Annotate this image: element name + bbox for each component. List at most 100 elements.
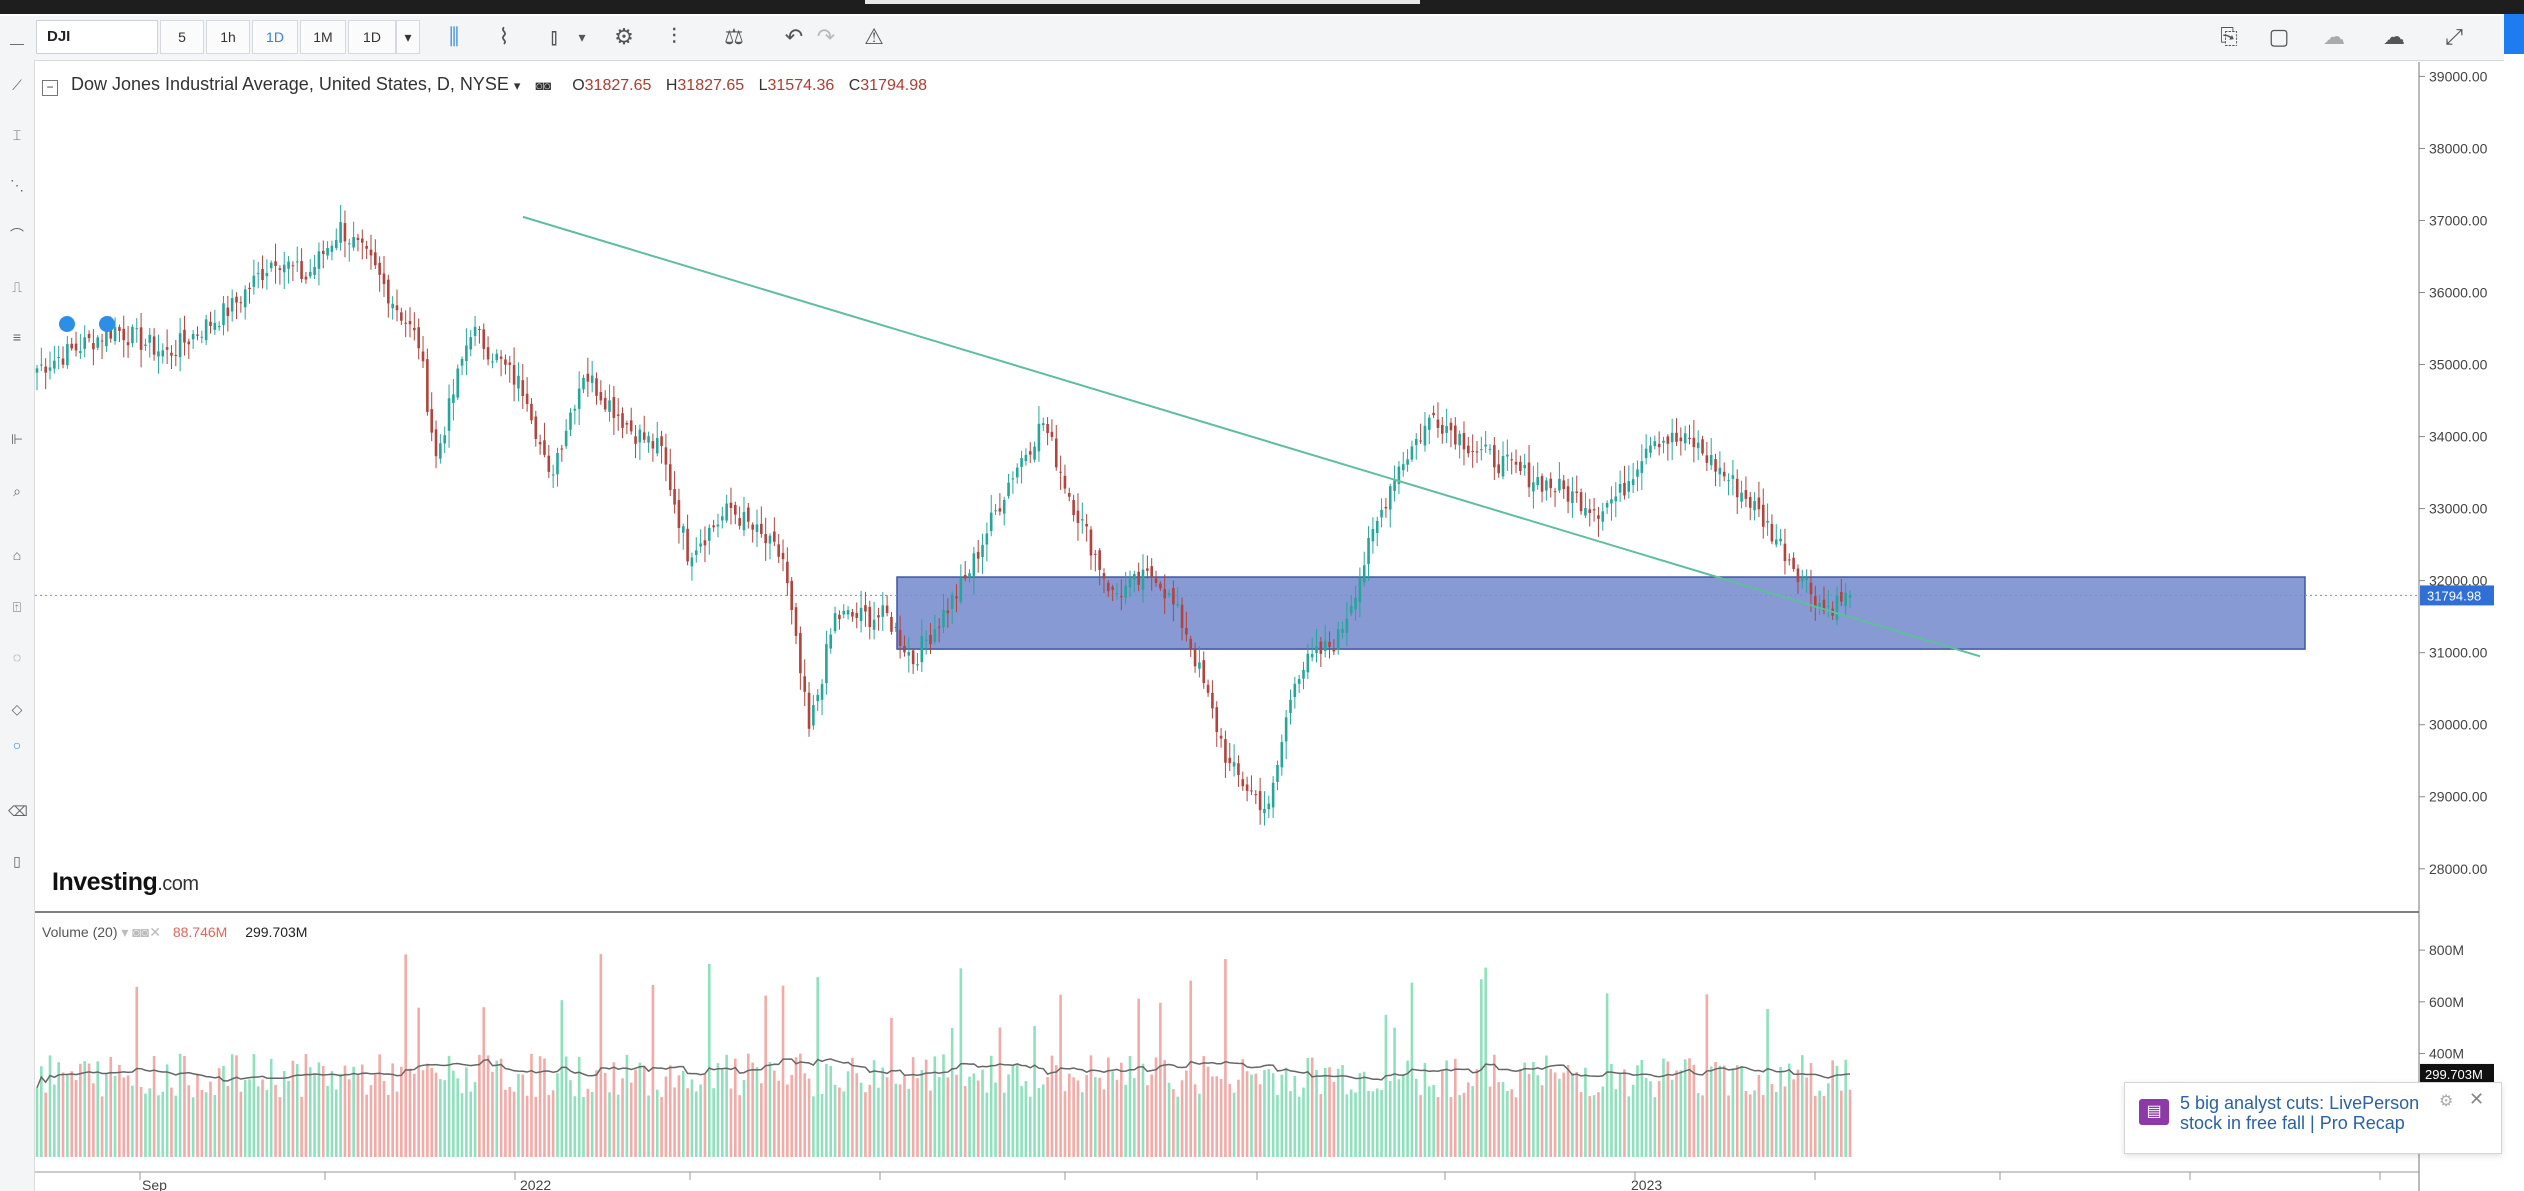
symbol-input[interactable]: DJI: [36, 20, 158, 54]
candle-body: [495, 353, 499, 361]
candle-body: [647, 436, 650, 443]
favorites-icon[interactable]: ○: [8, 736, 26, 754]
settings-eye-icon[interactable]: ◙◙: [535, 78, 551, 93]
candle-body: [1371, 529, 1375, 542]
indicators-icon[interactable]: ⫶: [654, 20, 694, 54]
magnet-icon[interactable]: ⌂: [8, 546, 26, 564]
volume-bar: [200, 1089, 204, 1157]
object-tree-icon[interactable]: ▯: [8, 852, 26, 870]
volume-bar: [612, 1062, 616, 1157]
candle-body: [890, 616, 893, 632]
brush-tool-icon[interactable]: ⎍: [8, 278, 26, 296]
close-icon[interactable]: ✕: [2469, 1089, 2484, 1110]
volume-bar: [647, 1095, 650, 1157]
crosshair-icon[interactable]: —: [8, 34, 26, 52]
volume-bar: [725, 1054, 728, 1157]
volume-bar: [573, 1096, 577, 1157]
candle-body: [1076, 510, 1080, 523]
candle-body: [1731, 475, 1735, 479]
volume-bar: [864, 1092, 867, 1157]
candle-body: [694, 550, 698, 555]
cloud-icon[interactable]: ☁: [2314, 20, 2354, 54]
cloud-upload-icon[interactable]: ☁: [2374, 20, 2414, 54]
camera-icon[interactable]: ⎘: [2209, 20, 2249, 54]
candle-body: [1566, 486, 1570, 502]
volume-bar: [230, 1054, 234, 1157]
volume-bar: [751, 1062, 754, 1157]
line-style-icon[interactable]: ⌇: [484, 20, 524, 54]
candle-body: [1744, 490, 1748, 499]
volume-bar: [70, 1071, 73, 1157]
chevron-down-icon[interactable]: ▾: [396, 20, 420, 54]
redo-icon[interactable]: ↷: [806, 20, 846, 54]
volume-bar: [1835, 1065, 1839, 1157]
volume-bar: [1692, 1064, 1696, 1157]
interval-1m-button[interactable]: 1M: [300, 20, 346, 54]
volume-bar: [1080, 1092, 1084, 1157]
lock-icon[interactable]: ⍐: [8, 598, 26, 616]
candle-body: [734, 504, 737, 515]
trash-icon[interactable]: ⌫: [8, 802, 28, 820]
volume-bar: [135, 986, 139, 1157]
news-toast[interactable]: ▤ 5 big analyst cuts: LivePerson stock i…: [2124, 1082, 2502, 1154]
news-headline[interactable]: 5 big analyst cuts: LivePerson stock in …: [2180, 1093, 2440, 1133]
chevron-down-icon[interactable]: ▾: [570, 20, 594, 54]
volume-bar: [777, 1080, 780, 1157]
volume-bar: [1393, 1027, 1396, 1157]
interval-1d-button[interactable]: 1D: [252, 20, 298, 54]
price-axis[interactable]: 39000.00 38000.00 37000.00 36000.00 35000.00…: [2420, 68, 2494, 877]
instrument-title[interactable]: Dow Jones Industrial Average, United Sta…: [71, 74, 509, 94]
candle-body: [1440, 424, 1444, 434]
layout-icon[interactable]: ▢: [2259, 20, 2299, 54]
candle-body: [1089, 529, 1093, 556]
candle-body: [1406, 459, 1409, 465]
volume-bar: [79, 1063, 82, 1157]
interval-select[interactable]: 1D: [348, 20, 396, 54]
volume-bar: [998, 1027, 1002, 1157]
volume-bar: [443, 1080, 447, 1157]
bars-style-icon[interactable]: ⫾: [534, 20, 574, 54]
volume-bar: [1722, 1065, 1726, 1157]
interval-1h-button[interactable]: 1h: [206, 20, 250, 54]
candle-body: [551, 474, 555, 476]
volume-settings-icon[interactable]: ▾ ◙◙✕: [121, 924, 161, 940]
collapse-legend-icon[interactable]: −: [42, 80, 58, 96]
fib-tool-icon[interactable]: ⌶: [8, 126, 26, 144]
volume-bar: [426, 1063, 429, 1157]
candle-body: [421, 351, 425, 362]
candle-body: [326, 247, 329, 256]
chevron-down-icon[interactable]: ▾: [514, 78, 521, 93]
candle-body: [313, 266, 316, 275]
hide-icon[interactable]: ◌: [8, 648, 26, 666]
shape-tool-icon[interactable]: ⌒: [8, 226, 26, 244]
interval-5-button[interactable]: 5: [160, 20, 204, 54]
chart-area[interactable]: 39000.00 38000.00 37000.00 36000.00 35000.00…: [35, 62, 2524, 1191]
candle-body: [660, 436, 663, 446]
candle-body: [1614, 496, 1618, 502]
candle-body: [946, 610, 950, 614]
alert-icon[interactable]: ⚠: [854, 20, 894, 54]
eye-icon[interactable]: ◇: [8, 700, 26, 718]
candle-body: [1796, 568, 1800, 583]
candle-body: [291, 265, 295, 267]
volume-bar: [547, 1095, 551, 1157]
compare-icon[interactable]: ⚖: [714, 20, 754, 54]
pattern-tool-icon[interactable]: ⋱: [8, 176, 26, 194]
trendline-tool-icon[interactable]: ⟋: [8, 76, 26, 94]
zoom-icon[interactable]: ⌕: [8, 482, 26, 500]
volume-axis[interactable]: 800M 600M 400M 299.703M: [2419, 942, 2494, 1084]
candle-body: [1714, 459, 1717, 472]
candles-style-icon[interactable]: ⫼: [434, 20, 474, 54]
gear-icon[interactable]: ⚙: [2439, 1091, 2453, 1111]
gear-icon[interactable]: ⚙: [604, 20, 644, 54]
volume-bar: [456, 1078, 460, 1157]
fullscreen-icon[interactable]: ⤢: [2434, 20, 2474, 54]
volume-bar: [282, 1071, 286, 1157]
measure-icon[interactable]: ⊩: [8, 430, 26, 448]
volume-bar: [248, 1079, 251, 1157]
text-tool-icon[interactable]: ≡: [8, 328, 26, 346]
candle-body: [781, 552, 785, 560]
volume-title[interactable]: Volume (20): [42, 924, 117, 940]
candle-body: [308, 271, 312, 277]
candle-body: [894, 626, 898, 628]
